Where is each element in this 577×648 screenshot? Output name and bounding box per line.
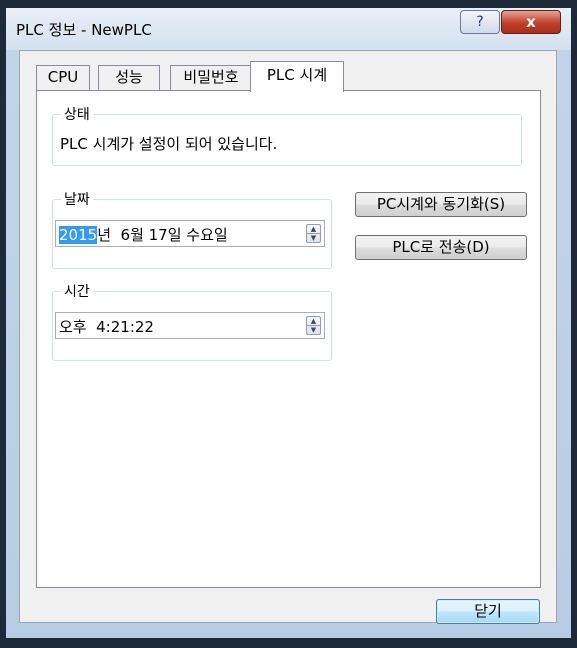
- date-group: 날짜 2015년 6월 17일 수요일 ▲ ▼: [52, 189, 332, 269]
- help-icon[interactable]: ?: [460, 10, 500, 34]
- spin-down-icon[interactable]: ▼: [307, 326, 320, 334]
- close-button[interactable]: 닫기: [436, 599, 540, 624]
- date-year-selected: 2015: [59, 226, 98, 244]
- status-text: PLC 시계가 설정이 되어 있습니다.: [60, 135, 278, 153]
- time-value: 오후 4:21:22: [59, 318, 154, 336]
- status-group: 상태 PLC 시계가 설정이 되어 있습니다.: [52, 104, 522, 166]
- date-picker[interactable]: 2015년 6월 17일 수요일 ▲ ▼: [55, 220, 325, 247]
- time-group: 시간 오후 4:21:22 ▲ ▼: [52, 281, 332, 361]
- date-group-label: 날짜: [61, 189, 93, 209]
- time-group-label: 시간: [61, 281, 93, 301]
- close-icon[interactable]: x: [501, 10, 561, 34]
- tab-performance[interactable]: 성능: [98, 65, 160, 90]
- date-rest: 년 6월 17일 수요일: [97, 226, 228, 244]
- spin-up-icon[interactable]: ▲: [307, 225, 320, 233]
- spin-up-icon[interactable]: ▲: [307, 317, 320, 325]
- dialog-client: CPU 성능 비밀번호 PLC 시계 상태 PLC 시계가 설정이 되어 있습니…: [19, 50, 557, 624]
- send-to-plc-button[interactable]: PLC로 전송(D): [355, 235, 527, 260]
- window-title: PLC 정보 - NewPLC: [16, 21, 152, 39]
- tab-cpu[interactable]: CPU: [36, 65, 90, 90]
- tab-password[interactable]: 비밀번호: [170, 65, 252, 90]
- tab-panel: 상태 PLC 시계가 설정이 되어 있습니다. 날짜 2015년 6월 17일 …: [36, 90, 541, 588]
- title-bar: PLC 정보 - NewPLC ? x: [6, 8, 571, 50]
- time-picker[interactable]: 오후 4:21:22 ▲ ▼: [55, 312, 325, 339]
- date-value: 2015년 6월 17일 수요일: [59, 224, 228, 245]
- spin-down-icon[interactable]: ▼: [307, 234, 320, 242]
- status-group-label: 상태: [61, 104, 93, 124]
- sync-pc-clock-button[interactable]: PC시계와 동기화(S): [355, 192, 527, 217]
- date-spinner[interactable]: ▲ ▼: [306, 224, 321, 243]
- time-spinner[interactable]: ▲ ▼: [306, 316, 321, 335]
- tab-plc-clock[interactable]: PLC 시계: [250, 61, 344, 92]
